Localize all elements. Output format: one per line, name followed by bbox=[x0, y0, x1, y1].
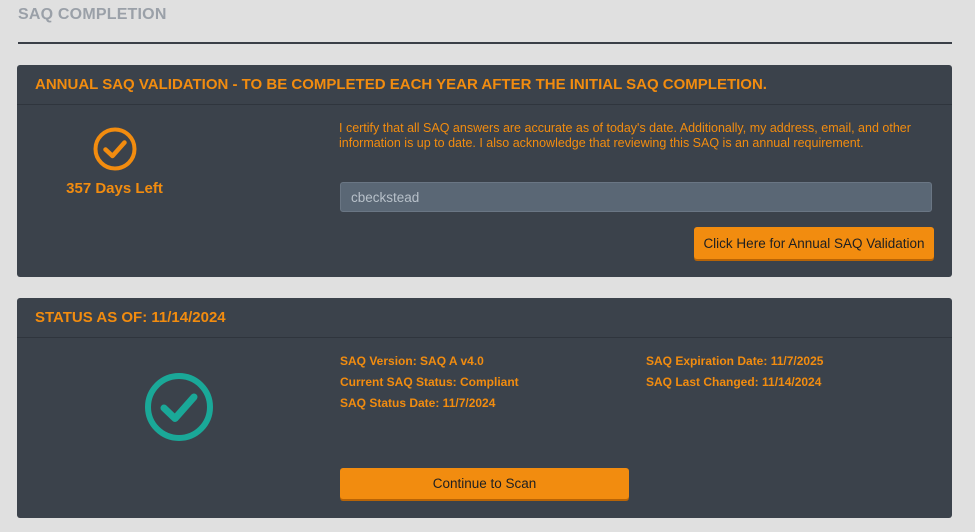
check-circle-icon bbox=[93, 127, 136, 171]
saq-version: SAQ Version: SAQ A v4.0 bbox=[340, 354, 484, 368]
check-circle-icon bbox=[145, 373, 213, 441]
days-left-block: 357 Days Left bbox=[57, 127, 172, 197]
status-details-left: SAQ Version: SAQ A v4.0 Current SAQ Stat… bbox=[340, 354, 519, 417]
saq-expiration-date: SAQ Expiration Date: 11/7/2025 bbox=[646, 354, 824, 368]
page-title: SAQ COMPLETION bbox=[18, 6, 167, 23]
days-left-label: 357 Days Left bbox=[66, 180, 163, 197]
username-field[interactable] bbox=[340, 182, 932, 212]
current-saq-status: Current SAQ Status: Compliant bbox=[340, 375, 519, 389]
title-divider bbox=[18, 42, 952, 44]
continue-to-scan-button[interactable]: Continue to Scan bbox=[340, 468, 629, 499]
saq-last-changed: SAQ Last Changed: 11/14/2024 bbox=[646, 375, 822, 389]
annual-validation-button[interactable]: Click Here for Annual SAQ Validation bbox=[694, 227, 934, 259]
annual-validation-panel: ANNUAL SAQ VALIDATION - TO BE COMPLETED … bbox=[17, 65, 952, 277]
status-panel: STATUS AS OF: 11/14/2024 SAQ Version: SA… bbox=[17, 298, 952, 518]
annual-validation-header: ANNUAL SAQ VALIDATION - TO BE COMPLETED … bbox=[17, 65, 952, 105]
certification-text: I certify that all SAQ answers are accur… bbox=[339, 121, 911, 150]
saq-status-date: SAQ Status Date: 11/7/2024 bbox=[340, 396, 496, 410]
status-details-right: SAQ Expiration Date: 11/7/2025 SAQ Last … bbox=[646, 354, 823, 396]
status-header: STATUS AS OF: 11/14/2024 bbox=[17, 298, 952, 338]
